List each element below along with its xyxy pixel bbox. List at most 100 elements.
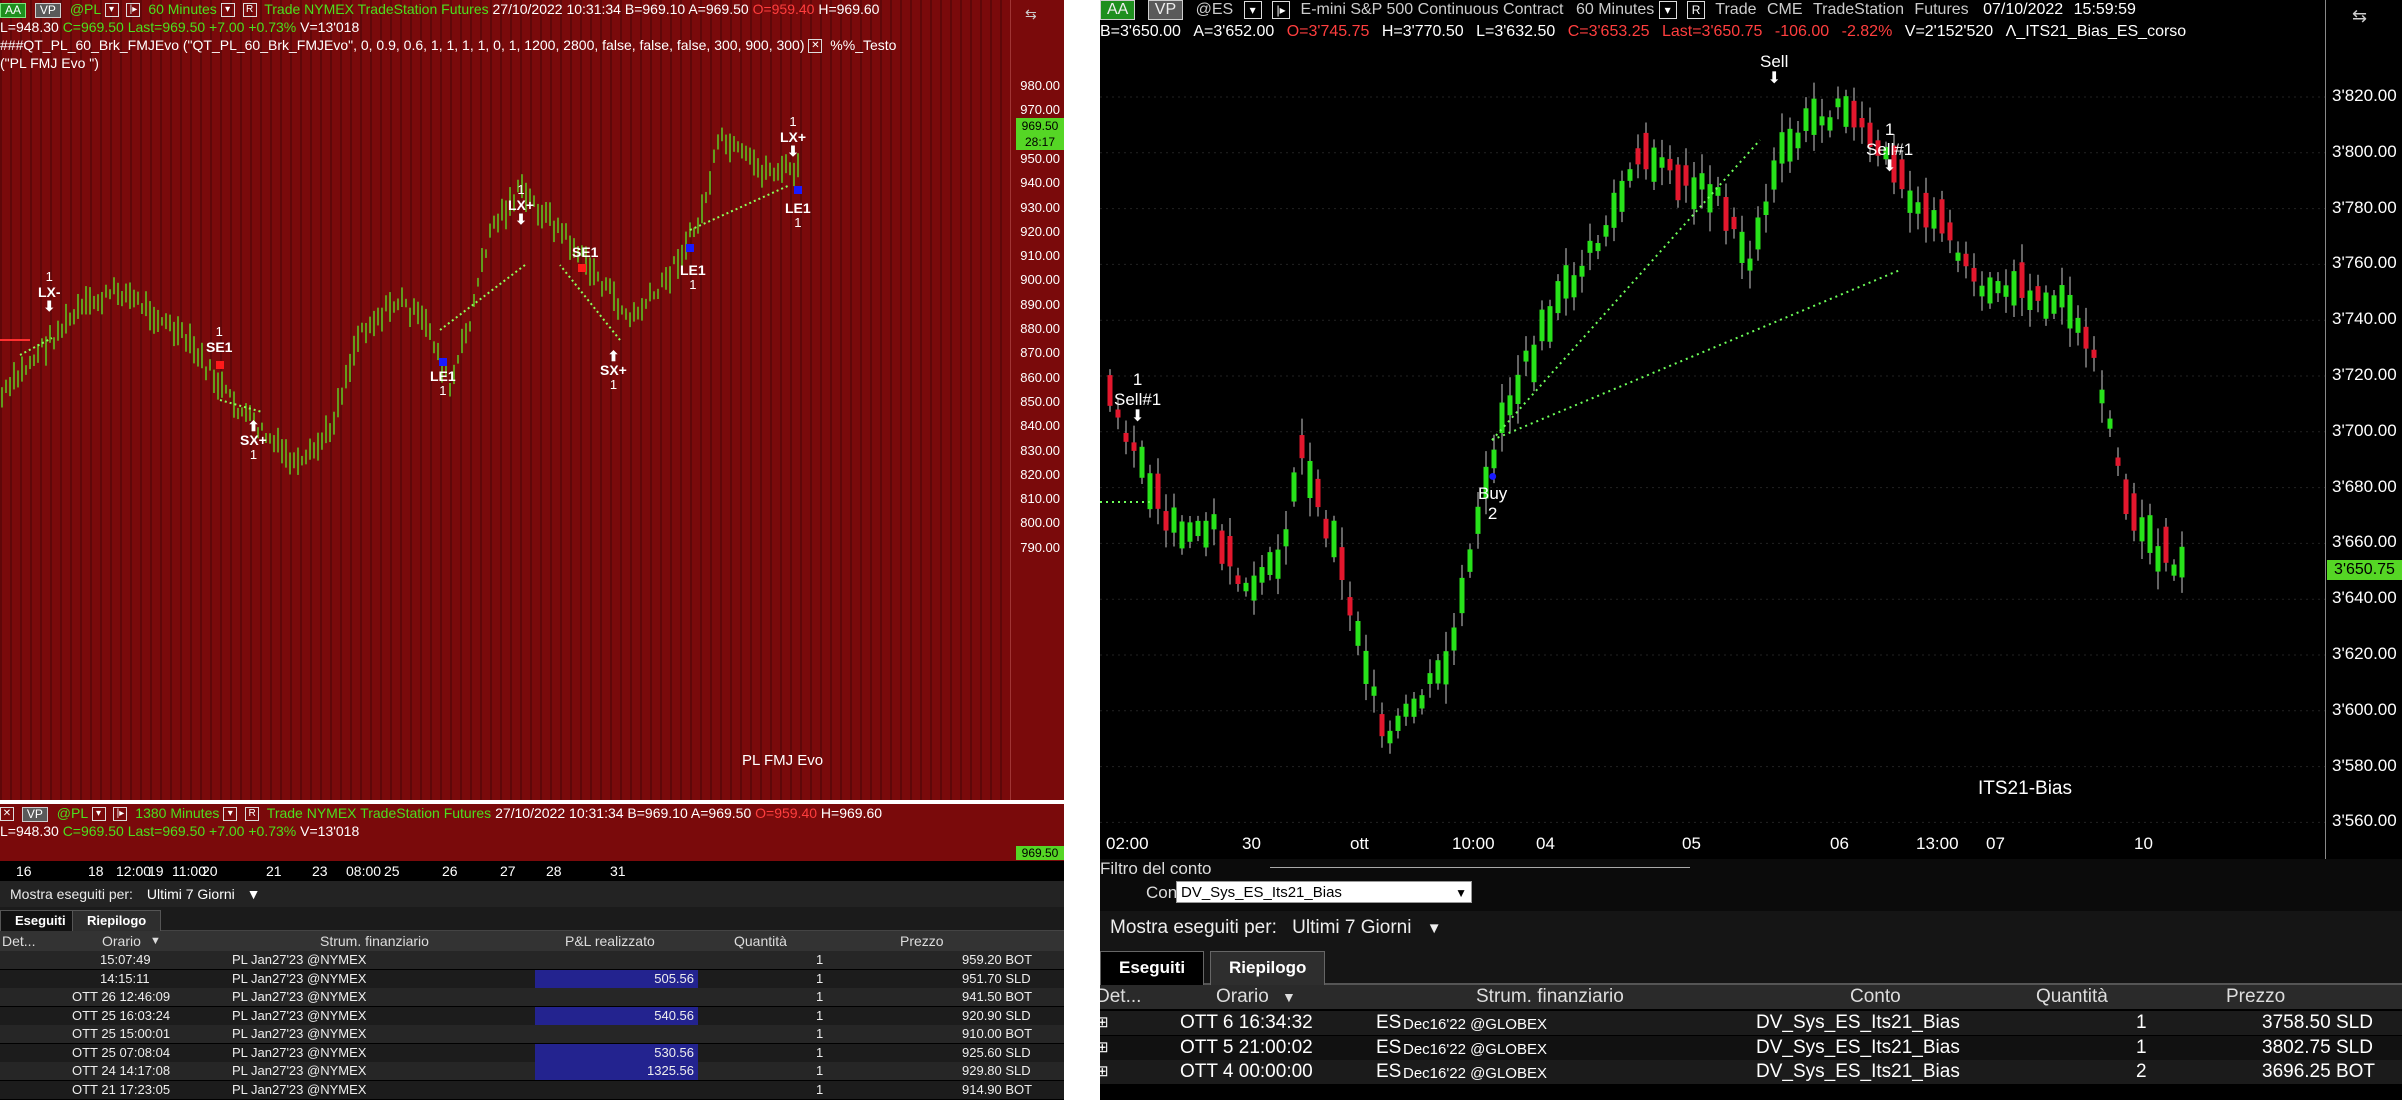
- price-tick: 950.00: [1020, 150, 1060, 166]
- signal-le1-2: LE1 1: [680, 262, 706, 292]
- open-label: O=3'745.75: [1286, 23, 1370, 40]
- time-axis[interactable]: 02:00 30 ott 10:00 04 05 06 13:00 07 10: [1100, 832, 2325, 859]
- pl-candles: [0, 127, 802, 475]
- candle-body: [1491, 449, 1497, 469]
- table-row[interactable]: ⊞ OTT 5 21:00:02 ES Dec16'22 @GLOBEX DV_Sys_…: [1100, 1035, 2402, 1060]
- candle-body: [1987, 277, 1993, 304]
- symbol-dropdown-icon[interactable]: ▾: [1243, 1, 1262, 19]
- col-prezzo[interactable]: Prezzo: [2226, 985, 2285, 1009]
- pl-price-chart[interactable]: AA VP @PL ▾ |▸ 60 Minutes ▾ R Trade NYME…: [0, 0, 1064, 800]
- cell-orario: OTT 25 16:03:24: [72, 1007, 171, 1023]
- col-strumento[interactable]: Strum. finanziario: [320, 931, 429, 951]
- table-row[interactable]: 14:15:11 PL Jan27'23 @NYMEX 505.56 1 951.70 …: [0, 969, 1064, 988]
- executions-filter: Mostra eseguiti per: Ultimi 7 Giorni ▼: [1100, 911, 2402, 945]
- table-row[interactable]: OTT 26 12:46:09 PL Jan27'23 @NYMEX 1 941.50…: [0, 988, 1064, 1006]
- col-det[interactable]: Det...: [2, 931, 35, 951]
- cell-orario: OTT 24 14:17:08: [72, 1063, 171, 1078]
- cell-quantita: 1: [816, 1044, 824, 1060]
- table-row[interactable]: ⊞ OTT 4 00:00:00 ES Dec16'22 @GLOBEX DV_Sys_…: [1100, 1060, 2402, 1084]
- close-subchart-icon[interactable]: ✕: [0, 807, 14, 822]
- price-tick: 970.00: [1020, 102, 1060, 118]
- col-conto[interactable]: Conto: [1850, 985, 1901, 1009]
- candle-body: [1627, 169, 1633, 181]
- cell-symbol: ES: [1376, 1061, 1402, 1082]
- table-row[interactable]: OTT 25 16:03:24 PL Jan27'23 @NYMEX 540.56 1…: [0, 1006, 1064, 1025]
- tab-eseguiti[interactable]: Eseguiti: [1100, 951, 1205, 985]
- time-tick: 25: [384, 863, 400, 879]
- cell-pnl: 1325.56: [535, 1062, 698, 1080]
- toolbar-row: AA VP @ES ▾ |▸ E-mini S&P 500 Continuous…: [1100, 0, 2402, 20]
- table-row[interactable]: OTT 25 07:08:04 PL Jan27'23 @NYMEX 530.56 1…: [0, 1043, 1064, 1062]
- price-tick: 890.00: [1020, 296, 1060, 312]
- candle-body: [1179, 521, 1185, 549]
- col-pnl[interactable]: P&L realizzato: [565, 931, 655, 951]
- table-row[interactable]: 15:07:49 PL Jan27'23 @NYMEX 1 959.20 BOT: [0, 951, 1064, 969]
- filter-select[interactable]: Ultimi 7 Giorni: [1292, 917, 1411, 938]
- table-row[interactable]: OTT 21 17:23:05 PL Jan27'23 @NYMEX 1 914.90…: [0, 1080, 1064, 1099]
- trade-line: [439, 264, 526, 331]
- close-label: C=3'653.25: [1567, 23, 1650, 40]
- col-quantita[interactable]: Quantità: [2036, 985, 2108, 1009]
- col-orario[interactable]: Orario: [102, 931, 141, 951]
- candle-body: [1515, 374, 1521, 404]
- subchart-toolbar: ✕ VP @PL ▾ |▸ 1380 Minutes ▾ R Trade NYM…: [0, 804, 882, 822]
- candle-body: [1779, 132, 1785, 164]
- sub-trade-mode-icon[interactable]: R: [245, 807, 260, 822]
- candle-body: [1315, 478, 1321, 508]
- table-row[interactable]: OTT 25 15:00:01 PL Jan27'23 @NYMEX 1 910.00…: [0, 1025, 1064, 1043]
- col-orario[interactable]: Orario: [1216, 985, 1269, 1009]
- tab-riepilogo[interactable]: Riepilogo: [72, 910, 162, 931]
- symbol-label[interactable]: @ES: [1196, 1, 1234, 18]
- sort-desc-icon[interactable]: ▼: [150, 931, 161, 951]
- candle-body: [1563, 265, 1569, 299]
- filter-dropdown-icon[interactable]: ▼: [1427, 920, 1442, 937]
- es-price-chart[interactable]: AA VP @ES ▾ |▸ E-mini S&P 500 Continuous…: [1100, 0, 2402, 859]
- expand-row-icon[interactable]: ⊞: [1100, 1036, 1109, 1060]
- col-prezzo[interactable]: Prezzo: [900, 931, 944, 951]
- vp-button[interactable]: VP: [1147, 0, 1184, 20]
- chevron-down-icon[interactable]: ▼: [1455, 882, 1467, 904]
- price-tick: 800.00: [1020, 515, 1060, 531]
- account-select[interactable]: DV_Sys_ES_Its21_Bias ▼: [1176, 881, 1472, 903]
- candle-body: [1403, 703, 1409, 717]
- sort-desc-icon[interactable]: ▼: [1282, 985, 1296, 1009]
- quote-line: B=3'650.00 A=3'652.00 O=3'745.75 H=3'770…: [1100, 20, 2402, 44]
- cell-quantita: 1: [816, 1026, 824, 1041]
- candle-body: [2011, 271, 2017, 306]
- candle-body: [1107, 375, 1113, 406]
- down-arrow-icon: ⬇: [1130, 408, 1145, 425]
- sub-symbol-dropdown-icon[interactable]: ▾: [91, 807, 106, 822]
- col-quantita[interactable]: Quantità: [734, 931, 787, 951]
- candle-body: [1171, 507, 1177, 533]
- candle-body: [1371, 686, 1377, 696]
- expand-row-icon[interactable]: ⊞: [1100, 1060, 1109, 1084]
- candle-body: [2019, 262, 2025, 298]
- table-row[interactable]: OTT 24 14:17:08 PL Jan27'23 @NYMEX 1325.56…: [0, 1062, 1064, 1080]
- sub-interval-dropdown-icon[interactable]: ▾: [223, 807, 238, 822]
- col-strumento[interactable]: Strum. finanziario: [1476, 985, 1624, 1009]
- sub-interval[interactable]: 1380 Minutes: [135, 805, 219, 821]
- filter-dropdown-icon[interactable]: ▼: [247, 886, 261, 902]
- filter-select[interactable]: Ultimi 7 Giorni: [147, 886, 235, 902]
- interval-icon[interactable]: |▸: [1272, 1, 1291, 19]
- trade-mode-icon[interactable]: R: [1687, 1, 1706, 19]
- expand-row-icon[interactable]: ⊞: [1100, 1011, 1109, 1035]
- cell-quantita: 1: [816, 989, 824, 1004]
- axis-scroll-icon[interactable]: ⇆: [2352, 6, 2367, 27]
- interval-dropdown-icon[interactable]: ▾: [1658, 1, 1677, 19]
- daily-subchart[interactable]: ✕ VP @PL ▾ |▸ 1380 Minutes ▾ R Trade NYM…: [0, 804, 1064, 861]
- interval-label[interactable]: 60 Minutes: [1576, 1, 1654, 18]
- sub-interval-icon[interactable]: |▸: [113, 807, 128, 822]
- tab-riepilogo[interactable]: Riepilogo: [1210, 951, 1326, 985]
- vp-button-sub[interactable]: VP: [21, 806, 48, 822]
- axis-scroll-icon[interactable]: ⇆: [1025, 6, 1037, 23]
- sub-symbol[interactable]: @PL: [57, 805, 88, 821]
- col-det[interactable]: Det...: [1100, 985, 1141, 1009]
- time-axis[interactable]: 16 18 12:00 19 11:00 20 21 23 08:00 25 26 27 28 31: [0, 861, 1064, 881]
- time-tick: 16: [16, 863, 32, 879]
- candle-body: [2123, 479, 2129, 515]
- candle-body: [1467, 549, 1473, 572]
- aa-button[interactable]: AA: [1100, 0, 1136, 20]
- table-row[interactable]: ⊞ OTT 6 16:34:32 ES Dec16'22 @GLOBEX DV_Sys_…: [1100, 1011, 2402, 1035]
- tab-eseguiti[interactable]: Eseguiti: [0, 910, 81, 931]
